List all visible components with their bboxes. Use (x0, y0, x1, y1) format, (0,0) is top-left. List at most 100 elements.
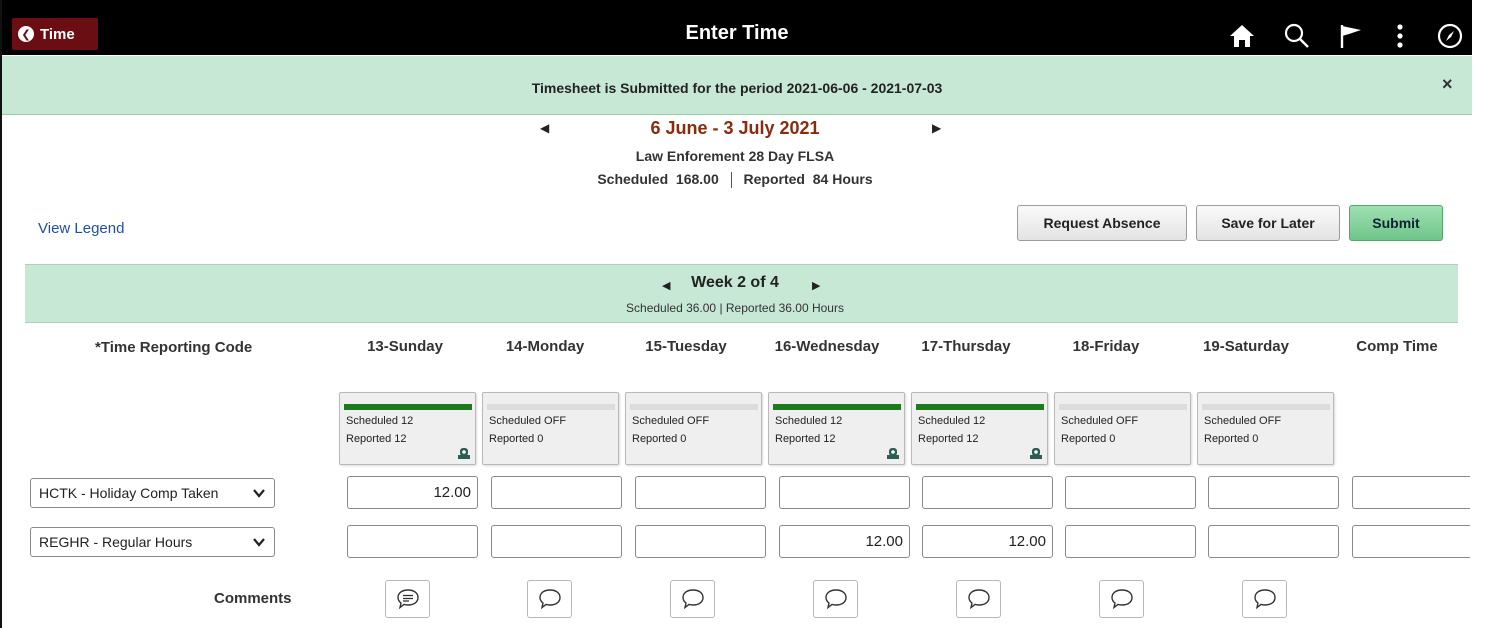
day-header-saturday: 19-Saturday (1203, 338, 1289, 355)
compass-icon[interactable] (1436, 22, 1464, 50)
day-card-reported: Reported 12 (775, 433, 836, 445)
day-header-tuesday: 15-Tuesday (645, 338, 727, 355)
comment-icon (1253, 589, 1276, 610)
submit-button[interactable]: Submit (1349, 205, 1443, 241)
search-icon[interactable] (1283, 22, 1311, 50)
comment-button-saturday[interactable] (1242, 580, 1287, 618)
day-card[interactable]: Scheduled OFF Reported 0 (625, 392, 762, 465)
request-absence-button[interactable]: Request Absence (1017, 205, 1187, 241)
chevron-down-icon (253, 538, 265, 547)
scheduled-bar (1059, 404, 1187, 410)
scheduled-bar (916, 404, 1044, 410)
trc-select-value: REGHR - Regular Hours (39, 534, 193, 550)
comments-label: Comments (214, 590, 292, 607)
hours-input-thursday[interactable] (922, 476, 1053, 509)
day-header-monday: 14-Monday (505, 338, 585, 355)
day-card-scheduled: Scheduled 12 (346, 415, 414, 427)
day-card[interactable]: Scheduled 12 Reported 12 (339, 392, 476, 465)
hours-input-sunday[interactable] (347, 525, 478, 558)
day-card-scheduled: Scheduled 12 (775, 415, 843, 427)
comment-button-thursday[interactable] (956, 580, 1001, 618)
scheduled-bar (344, 404, 472, 410)
comment-button-monday[interactable] (527, 580, 572, 618)
banner-message: Timesheet is Submitted for the period 20… (531, 80, 943, 96)
hours-input-friday[interactable] (1065, 525, 1196, 558)
close-icon[interactable]: × (1442, 74, 1453, 95)
day-card-reported: Reported 0 (1204, 433, 1259, 445)
week-summary: Scheduled 36.00 | Reported 36.00 Hours (626, 301, 844, 315)
day-card[interactable]: Scheduled OFF Reported 0 (1197, 392, 1334, 465)
hours-input-friday[interactable] (1065, 476, 1196, 509)
day-card[interactable]: Scheduled 12 Reported 12 (911, 392, 1048, 465)
day-card-scheduled: Scheduled 12 (918, 415, 986, 427)
chevron-down-icon (253, 489, 265, 498)
scheduled-bar (487, 404, 615, 410)
day-card-reported: Reported 0 (632, 433, 687, 445)
comment-icon (967, 589, 990, 610)
comment-icon (681, 589, 704, 610)
scheduled-bar (773, 404, 901, 410)
trc-select-hctk[interactable]: HCTK - Holiday Comp Taken (30, 478, 275, 508)
comment-button-sunday[interactable] (385, 580, 430, 618)
comment-icon (1110, 589, 1133, 610)
day-card[interactable]: Scheduled OFF Reported 0 (1054, 392, 1191, 465)
more-vertical-icon[interactable] (1386, 22, 1414, 50)
divider (730, 172, 732, 189)
comment-filled-icon (396, 589, 419, 610)
hours-input-monday[interactable] (491, 525, 622, 558)
hours-input-monday[interactable] (491, 476, 622, 509)
comment-icon (824, 589, 847, 610)
comp-time-header: Comp Time (1356, 338, 1438, 355)
hours-input-thursday[interactable]: 12.00 (922, 525, 1053, 558)
day-header-sunday: 13-Sunday (367, 338, 443, 355)
day-header-thursday: 17-Thursday (921, 338, 1011, 355)
scheduled-label: Scheduled (597, 171, 669, 187)
schedule-name: Law Enforement 28 Day FLSA (635, 148, 835, 164)
status-banner: Timesheet is Submitted for the period 20… (2, 56, 1472, 115)
save-for-later-button[interactable]: Save for Later (1196, 205, 1340, 241)
day-card-scheduled: Scheduled OFF (489, 415, 567, 427)
trc-select-reghr[interactable]: REGHR - Regular Hours (30, 527, 275, 557)
view-legend-link[interactable]: View Legend (38, 220, 124, 237)
day-card-scheduled: Scheduled OFF (632, 415, 710, 427)
day-card-reported: Reported 12 (918, 433, 979, 445)
hours-input-saturday[interactable] (1208, 525, 1339, 558)
hours-input-comp-time[interactable] (1352, 476, 1470, 509)
header-bar: ❮ Time Enter Time (2, 0, 1472, 55)
timesheet-detail-icon[interactable] (1029, 446, 1043, 460)
period-title: 6 June - 3 July 2021 (650, 118, 820, 138)
day-card-scheduled: Scheduled OFF (1204, 415, 1282, 427)
trc-select-value: HCTK - Holiday Comp Taken (39, 485, 219, 501)
hours-input-saturday[interactable] (1208, 476, 1339, 509)
day-card-reported: Reported 0 (1061, 433, 1116, 445)
timesheet-detail-icon[interactable] (457, 446, 471, 460)
reported-label: Reported (743, 171, 805, 187)
hours-input-wednesday[interactable] (779, 476, 910, 509)
hours-input-sunday[interactable]: 12.00 (347, 476, 478, 509)
scheduled-value: 168.00 (675, 171, 719, 187)
timesheet-detail-icon[interactable] (886, 446, 900, 460)
day-card-reported: Reported 12 (346, 433, 407, 445)
comment-icon (538, 589, 561, 610)
comment-button-tuesday[interactable] (670, 580, 715, 618)
flag-icon[interactable] (1337, 22, 1365, 50)
period-hours-summary: Scheduled 168.00 Reported 84 Hours (0, 171, 1470, 189)
scheduled-bar (1202, 404, 1330, 410)
day-card[interactable]: Scheduled OFF Reported 0 (482, 392, 619, 465)
hours-input-wednesday[interactable]: 12.00 (779, 525, 910, 558)
day-card-reported: Reported 0 (489, 433, 544, 445)
day-card-scheduled: Scheduled OFF (1061, 415, 1139, 427)
day-header-wednesday: 16-Wednesday (774, 338, 880, 355)
day-card[interactable]: Scheduled 12 Reported 12 (768, 392, 905, 465)
comment-button-friday[interactable] (1099, 580, 1144, 618)
scheduled-bar (630, 404, 758, 410)
hours-input-tuesday[interactable] (635, 525, 766, 558)
comment-button-wednesday[interactable] (813, 580, 858, 618)
reported-value: 84 Hours (812, 171, 873, 187)
hours-input-tuesday[interactable] (635, 476, 766, 509)
day-header-friday: 18-Friday (1072, 338, 1140, 355)
hours-input-comp-time[interactable] (1352, 525, 1470, 558)
trc-column-header: *Time Reporting Code (95, 339, 253, 356)
home-icon[interactable] (1228, 22, 1256, 50)
week-title: Week 2 of 4 (691, 274, 779, 291)
